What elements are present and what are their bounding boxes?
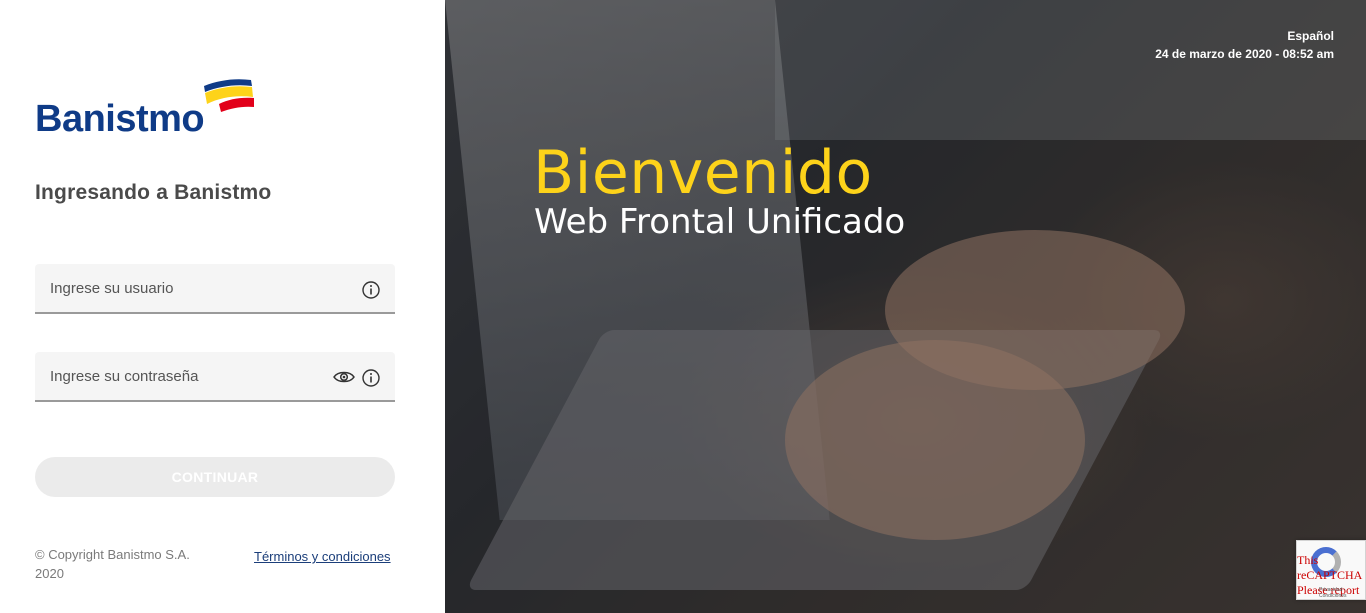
username-field [35, 264, 395, 314]
banistmo-logo: Banistmo [35, 76, 255, 140]
username-info-icon[interactable] [362, 281, 380, 299]
date-time: 24 de marzo de 2020 - 08:52 am [1155, 47, 1334, 61]
show-password-eye-icon[interactable] [333, 369, 355, 385]
password-info-icon[interactable] [362, 369, 380, 387]
welcome-subtitle: Web Frontal Unificado [534, 202, 906, 242]
continue-button[interactable]: CONTINUAR [35, 457, 395, 497]
login-panel: Banistmo Ingresando a Banistmo CONTINUAR [0, 0, 445, 613]
language-selector[interactable]: Español [1287, 29, 1334, 43]
copyright-text: © Copyright Banistmo S.A. 2020 [35, 547, 190, 581]
terms-link[interactable]: Términos y condiciones [254, 549, 391, 564]
logo-text: Banistmo [35, 98, 205, 140]
logo-flag-icon [204, 79, 254, 112]
username-input[interactable] [35, 264, 395, 312]
page-title: Ingresando a Banistmo [35, 181, 272, 204]
hero-overlay [445, 0, 1366, 613]
recaptcha-footer: Privacidad - Condiciones [1319, 587, 1347, 599]
recaptcha-badge[interactable]: This reCAPTCHA Please report this. Priva… [1296, 540, 1366, 600]
welcome-heading: Bienvenido [533, 138, 873, 208]
password-field [35, 352, 395, 402]
hero-panel: Español 24 de marzo de 2020 - 08:52 am B… [445, 0, 1366, 613]
